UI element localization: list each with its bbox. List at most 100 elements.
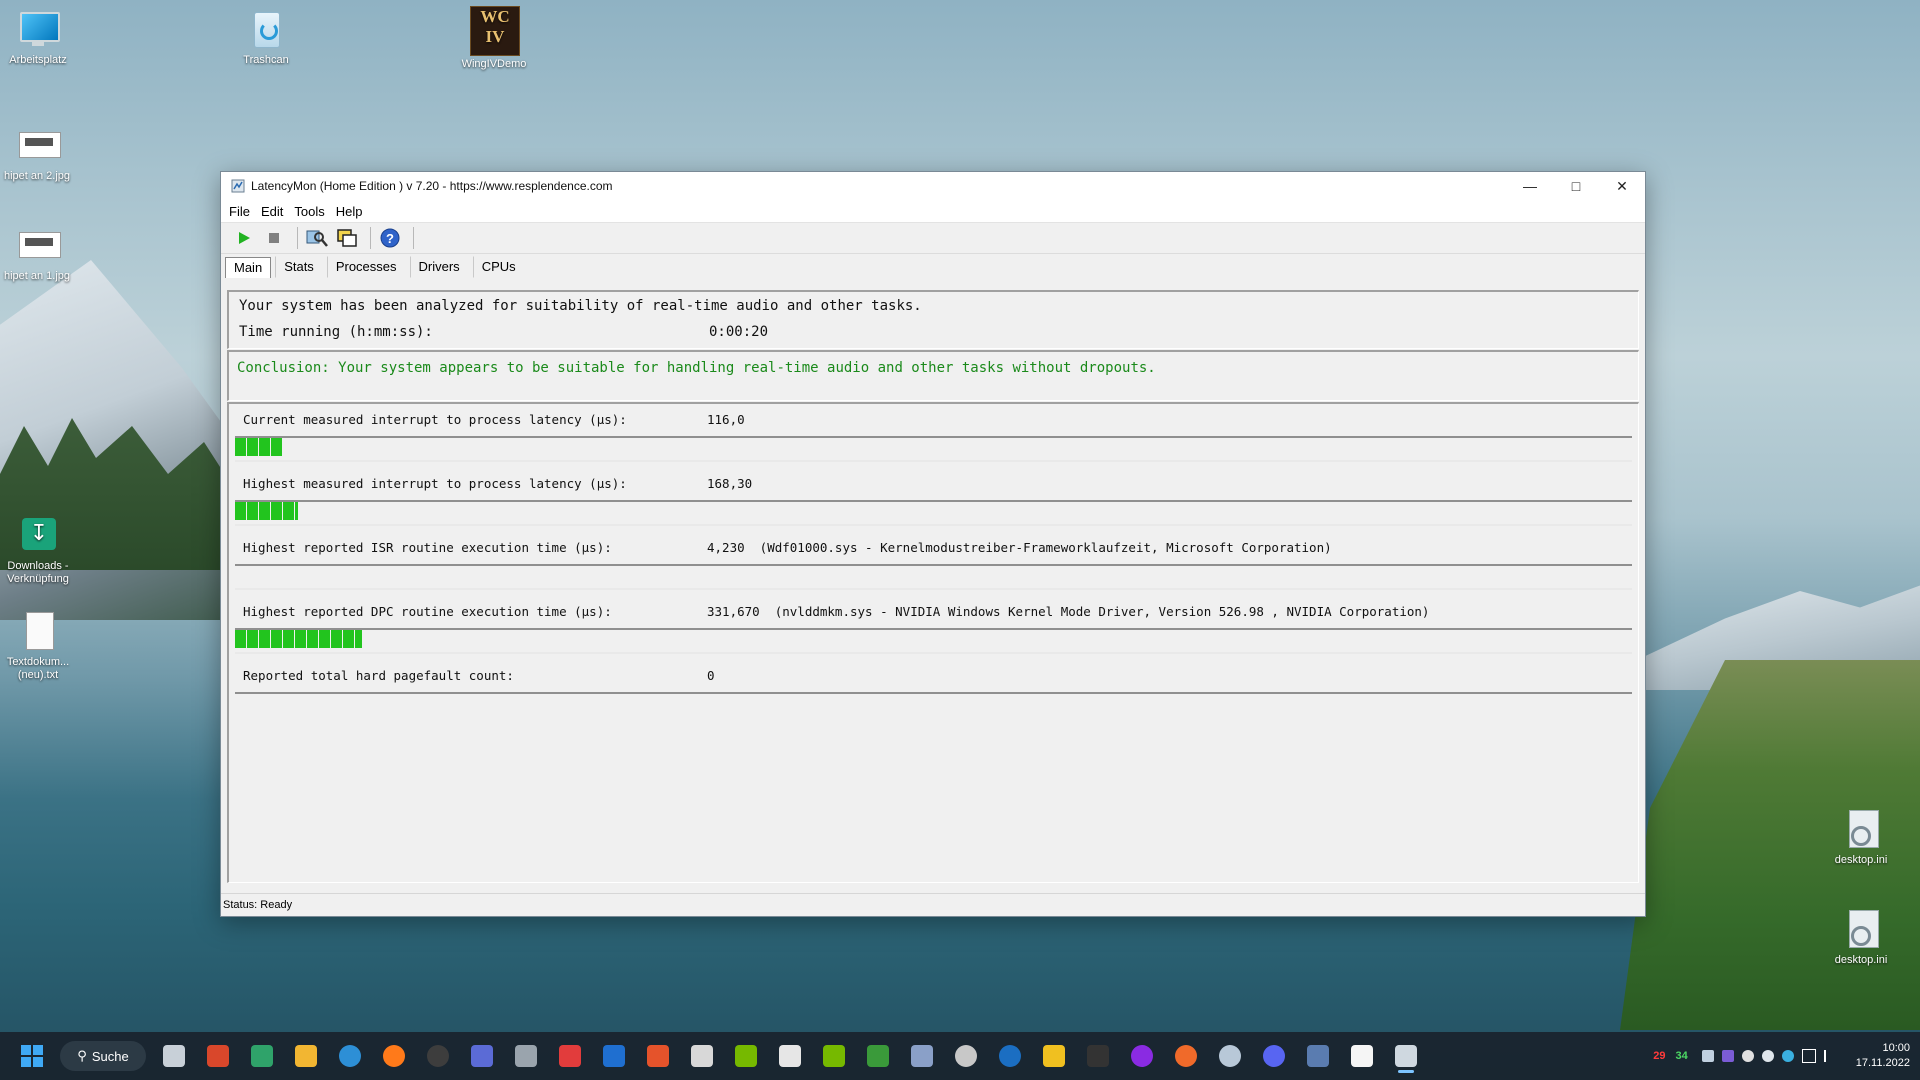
wing-commander-icon: WC IV — [470, 6, 520, 56]
taskbar-app-task-view[interactable] — [156, 1038, 192, 1074]
toolbar-separator — [297, 227, 298, 249]
taskbar-app-origin[interactable] — [1168, 1038, 1204, 1074]
taskbar-app-geforce[interactable] — [816, 1038, 852, 1074]
menu-edit[interactable]: Edit — [261, 204, 283, 219]
tray-shield-icon[interactable] — [1781, 1050, 1794, 1062]
taskbar-app-app-car[interactable] — [1300, 1038, 1336, 1074]
taskbar-app-app-red[interactable] — [200, 1038, 236, 1074]
origin-icon — [1175, 1045, 1197, 1067]
taskbar-app-rockstar[interactable] — [1036, 1038, 1072, 1074]
taskbar-app-steam-alt[interactable] — [948, 1038, 984, 1074]
app-bars-icon — [867, 1045, 889, 1067]
cloud-icon[interactable] — [1761, 1050, 1774, 1062]
taskbar-app-app-green[interactable] — [244, 1038, 280, 1074]
taskbar-app-clapper[interactable] — [508, 1038, 544, 1074]
copy-window-button[interactable] — [334, 226, 360, 250]
summary-text: Your system has been analyzed for suitab… — [239, 298, 922, 314]
taskbar-app-search-app[interactable] — [596, 1038, 632, 1074]
tab-stats[interactable]: Stats — [275, 256, 323, 278]
stop-button[interactable] — [261, 226, 287, 250]
toolbar: ? — [221, 223, 1645, 254]
taskbar-app-save[interactable] — [464, 1038, 500, 1074]
metric-bar — [235, 436, 1632, 462]
downloads-shortcut-icon: ↧ — [16, 516, 60, 556]
metric-pagefault-count: Reported total hard pagefault count: 0 — [235, 660, 1632, 724]
desktop-icon-desktop-ini-2[interactable]: desktop.ini — [1816, 910, 1906, 967]
tab-processes[interactable]: Processes — [326, 256, 406, 278]
start-button[interactable] — [231, 226, 257, 250]
network-icon[interactable] — [1801, 1049, 1816, 1063]
windows-icon — [337, 229, 357, 247]
volume-icon[interactable] — [1823, 1050, 1838, 1062]
taskbar-app-latencymon[interactable] — [1388, 1038, 1424, 1074]
conclusion-panel: Conclusion: Your system appears to be su… — [227, 350, 1639, 401]
tray-fan-icon[interactable] — [1741, 1050, 1754, 1062]
taskbar-app-app-bars[interactable] — [860, 1038, 896, 1074]
time-running-label: Time running (h:mm:ss): — [239, 324, 433, 340]
latencymon-icon — [1395, 1045, 1417, 1067]
desktop-icon-hipet-an-1[interactable]: hipet an 1.jpg — [0, 226, 82, 283]
tab-main[interactable]: Main — [225, 257, 272, 278]
start-button[interactable] — [14, 1038, 50, 1074]
app-ring-icon — [1131, 1045, 1153, 1067]
taskbar-app-notepad[interactable] — [1344, 1038, 1380, 1074]
desktop-icon-arbeitsplatz[interactable]: Arbeitsplatz — [0, 10, 83, 67]
tray-app-icon[interactable] — [1721, 1050, 1734, 1062]
menu-file[interactable]: File — [229, 204, 250, 219]
desktop-icon-trashcan[interactable]: Trashcan — [221, 10, 311, 67]
taskbar-app-obs[interactable] — [420, 1038, 456, 1074]
toolbar-separator — [370, 227, 371, 249]
desktop-icon-textdokument[interactable]: Textdokum... (neu).txt — [0, 612, 83, 682]
app-badge-icon — [779, 1045, 801, 1067]
steam-alt-icon — [955, 1045, 977, 1067]
time-running-value: 0:00:20 — [709, 324, 769, 340]
taskbar-app-anydesk[interactable] — [552, 1038, 588, 1074]
desktop-icon-label: Trashcan — [243, 54, 289, 66]
conclusion-text: Conclusion: Your system appears to be su… — [237, 360, 1156, 376]
desktop-icon-label: hipet an 1.jpg — [3, 270, 71, 282]
metric-label: Highest measured interrupt to process la… — [243, 476, 627, 491]
settings-file-icon — [1839, 910, 1883, 950]
desktop-icon-downloads[interactable]: ↧ Downloads - Verknüpfung — [0, 516, 83, 586]
taskbar-app-edge[interactable] — [332, 1038, 368, 1074]
taskbar-app-app-ring[interactable] — [1124, 1038, 1160, 1074]
system-tray: 29 34 10:00 17.11.2022 — [1653, 1032, 1910, 1080]
metric-bar — [235, 564, 1632, 590]
taskbar-search[interactable]: ⚲ Suche — [60, 1041, 146, 1071]
summary-panel: Your system has been analyzed for suitab… — [227, 290, 1639, 349]
taskbar-app-epic-games[interactable] — [1080, 1038, 1116, 1074]
tab-drivers[interactable]: Drivers — [409, 256, 469, 278]
clock[interactable]: 10:00 17.11.2022 — [1856, 1041, 1910, 1071]
taskbar-app-app-target[interactable] — [1212, 1038, 1248, 1074]
menu-tools[interactable]: Tools — [294, 204, 324, 219]
metric-isr-time: Highest reported ISR routine execution t… — [235, 532, 1632, 596]
search-icon: ⚲ — [77, 1048, 87, 1063]
maximize-button[interactable]: □ — [1553, 172, 1599, 200]
metric-value: 168,30 — [707, 476, 753, 491]
metric-label: Reported total hard pagefault count: — [243, 668, 514, 683]
metric-value: 331,670 (nvlddmkm.sys - NVIDIA Windows K… — [707, 604, 1430, 619]
title-bar[interactable]: LatencyMon (Home Edition ) v 7.20 - http… — [221, 172, 1645, 200]
desktop-icon-desktop-ini-1[interactable]: desktop.ini — [1816, 810, 1906, 867]
taskbar-app-nvidia[interactable] — [728, 1038, 764, 1074]
clock-time: 10:00 — [1882, 1042, 1910, 1054]
taskbar-app-discord[interactable] — [1256, 1038, 1292, 1074]
firefox-icon — [383, 1045, 405, 1067]
desktop-icon-wingivdemo[interactable]: WC IV WingIVDemo — [449, 6, 539, 71]
taskbar-app-app-badge[interactable] — [772, 1038, 808, 1074]
menu-help[interactable]: Help — [336, 204, 363, 219]
taskbar-app-steam[interactable] — [992, 1038, 1028, 1074]
minimize-button[interactable]: — — [1507, 172, 1553, 200]
taskbar-app-firefox[interactable] — [376, 1038, 412, 1074]
taskbar-app-file-explorer[interactable] — [288, 1038, 324, 1074]
tab-cpus[interactable]: CPUs — [472, 256, 525, 278]
taskbar-app-app-swirl[interactable] — [640, 1038, 676, 1074]
taskbar-app-app-bird[interactable] — [904, 1038, 940, 1074]
taskbar-app-app-mask[interactable] — [684, 1038, 720, 1074]
analyze-button[interactable] — [304, 226, 330, 250]
steam-icon — [999, 1045, 1021, 1067]
desktop-icon-hipet-an-2[interactable]: hipet an 2.jpg — [0, 126, 82, 183]
tray-app-icon[interactable] — [1701, 1050, 1714, 1062]
close-button[interactable]: ✕ — [1599, 172, 1645, 200]
help-button[interactable]: ? — [377, 226, 403, 250]
